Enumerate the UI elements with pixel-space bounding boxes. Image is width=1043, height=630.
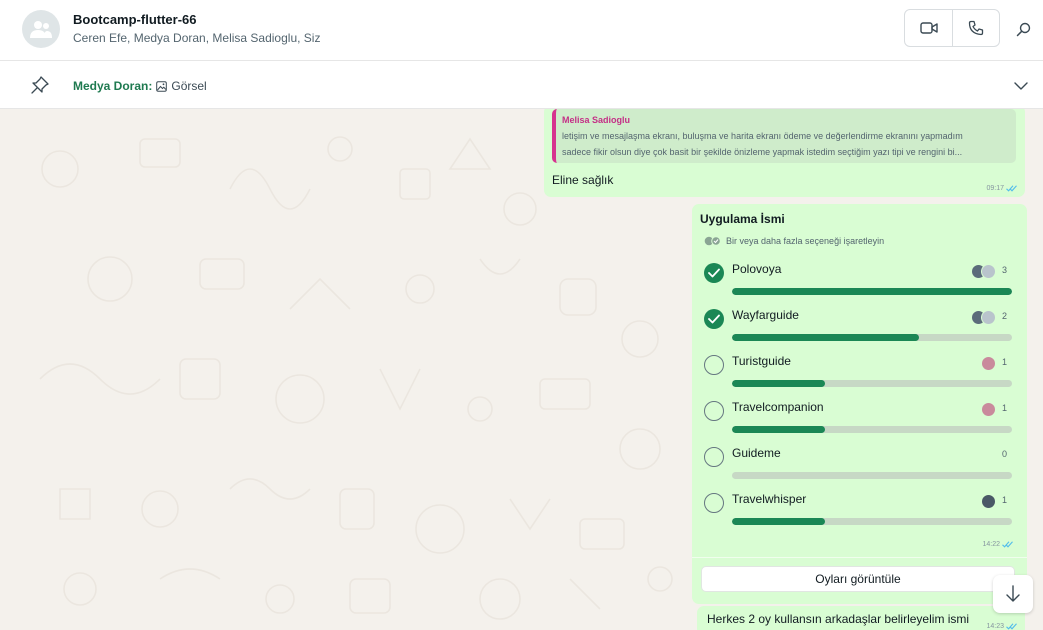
poll-option[interactable]: Turistguide 1: [692, 354, 1027, 401]
unchecked-circle-icon[interactable]: [704, 401, 724, 421]
poll-option-progress-fill: [732, 380, 826, 387]
poll-option-count: 1: [1001, 403, 1007, 413]
group-avatar-icon[interactable]: [22, 10, 60, 48]
pinned-sender: Medya Doran:: [73, 79, 153, 93]
checked-circle-icon[interactable]: [704, 309, 724, 329]
voter-avatar: [981, 264, 996, 279]
poll-option-count: 0: [1001, 449, 1007, 459]
poll-option-count: 2: [1001, 311, 1007, 321]
poll-option[interactable]: Travelcompanion 1: [692, 400, 1027, 447]
voter-avatars[interactable]: [971, 310, 996, 325]
view-votes-button[interactable]: Oyları görüntüle: [701, 566, 1015, 592]
poll-option-progress-fill: [732, 288, 1012, 295]
poll-divider: [692, 557, 1027, 558]
poll-hint: Bir veya daha fazla seçeneği işaretleyin: [704, 236, 884, 246]
chevron-down-icon[interactable]: [1013, 78, 1029, 94]
message-text: Eline sağlık: [552, 173, 614, 187]
poll-option[interactable]: Polovoya 3: [692, 262, 1027, 309]
poll-option-progress-fill: [732, 334, 919, 341]
voter-avatar: [981, 310, 996, 325]
voice-call-button[interactable]: [952, 10, 999, 46]
scroll-to-bottom-button[interactable]: [993, 575, 1033, 613]
pinned-message-bar[interactable]: Medya Doran: Görsel: [0, 61, 1043, 109]
message-time: 09:17: [986, 185, 1004, 192]
poll-option-count: 1: [1001, 495, 1007, 505]
voter-avatars[interactable]: [981, 494, 996, 509]
poll-meta: 14:22: [982, 541, 1013, 548]
quote-author: Melisa Sadioglu: [562, 115, 631, 125]
poll-option[interactable]: Wayfarguide 2: [692, 308, 1027, 355]
call-buttons: [904, 9, 1000, 47]
pinned-message: Görsel: [171, 79, 207, 93]
quote-text-line1: letişim ve mesajlaşma ekranı, buluşma ve…: [562, 131, 963, 141]
message-time: 14:23: [986, 623, 1004, 630]
unchecked-circle-icon[interactable]: [704, 493, 724, 513]
read-ticks-icon: [1006, 623, 1017, 630]
search-icon: [1016, 22, 1030, 36]
chat-header: Bootcamp-flutter-66 Ceren Efe, Medya Dor…: [0, 0, 1043, 61]
poll-option-count: 1: [1001, 357, 1007, 367]
poll-option-progress: [732, 334, 1012, 341]
poll-option-label: Polovoya: [732, 262, 782, 276]
group-title[interactable]: Bootcamp-flutter-66: [73, 12, 197, 27]
poll-option-progress-fill: [732, 518, 826, 525]
unchecked-circle-icon[interactable]: [704, 447, 724, 467]
poll-option-progress: [732, 472, 1012, 479]
poll-option-label: Guideme: [732, 446, 781, 460]
voter-avatar: [981, 402, 996, 417]
message-bubble-reply[interactable]: Melisa Sadioglu letişim ve mesajlaşma ek…: [544, 109, 1025, 197]
quoted-message[interactable]: Melisa Sadioglu letişim ve mesajlaşma ek…: [552, 109, 1016, 163]
poll-message: Uygulama İsmi Bir veya daha fazla seçene…: [692, 204, 1027, 604]
poll-option[interactable]: Guideme 0: [692, 446, 1027, 493]
poll-hint-text: Bir veya daha fazla seçeneği işaretleyin: [726, 236, 885, 246]
poll-option[interactable]: Travelwhisper 1: [692, 492, 1027, 539]
image-icon: [156, 80, 168, 92]
poll-option-progress-fill: [732, 426, 826, 433]
poll-option-progress: [732, 426, 1012, 433]
message-meta: 14:23: [986, 623, 1017, 630]
search-button[interactable]: [1012, 18, 1034, 40]
poll-time: 14:22: [982, 541, 1000, 548]
video-call-button[interactable]: [905, 10, 952, 46]
video-call-icon: [919, 22, 938, 34]
poll-title: Uygulama İsmi: [700, 212, 785, 226]
chat-area[interactable]: Melisa Sadioglu letişim ve mesajlaşma ek…: [0, 109, 1043, 630]
poll-option-progress: [732, 288, 1012, 295]
pin-icon: [31, 76, 49, 94]
voter-avatars[interactable]: [981, 356, 996, 371]
read-ticks-icon: [1006, 185, 1017, 192]
pinned-preview: Medya Doran: Görsel: [73, 79, 207, 93]
poll-option-label: Turistguide: [732, 354, 791, 368]
poll-option-count: 3: [1001, 265, 1007, 275]
voter-avatars[interactable]: [981, 402, 996, 417]
voter-avatar: [981, 494, 996, 509]
message-text: Herkes 2 oy kullansın arkadaşlar belirle…: [707, 612, 970, 626]
voice-call-icon: [968, 20, 984, 36]
message-bubble-last[interactable]: Herkes 2 oy kullansın arkadaşlar belirle…: [697, 606, 1025, 630]
voter-avatars[interactable]: [971, 264, 996, 279]
poll-option-progress: [732, 380, 1012, 387]
unchecked-circle-icon[interactable]: [704, 355, 724, 375]
poll-option-label: Travelcompanion: [732, 400, 824, 414]
quote-text-line2: sadece fikir olsun diye çok basit bir şe…: [562, 147, 963, 157]
voter-avatar: [981, 356, 996, 371]
message-meta: 09:17: [986, 185, 1017, 192]
read-ticks-icon: [1002, 541, 1013, 548]
poll-option-label: Wayfarguide: [732, 308, 799, 322]
poll-option-progress: [732, 518, 1012, 525]
poll-option-label: Travelwhisper: [732, 492, 807, 506]
group-members[interactable]: Ceren Efe, Medya Doran, Melisa Sadioglu,…: [73, 31, 320, 45]
multi-check-icon: [704, 236, 721, 246]
checked-circle-icon[interactable]: [704, 263, 724, 283]
arrow-down-icon: [1006, 585, 1020, 602]
